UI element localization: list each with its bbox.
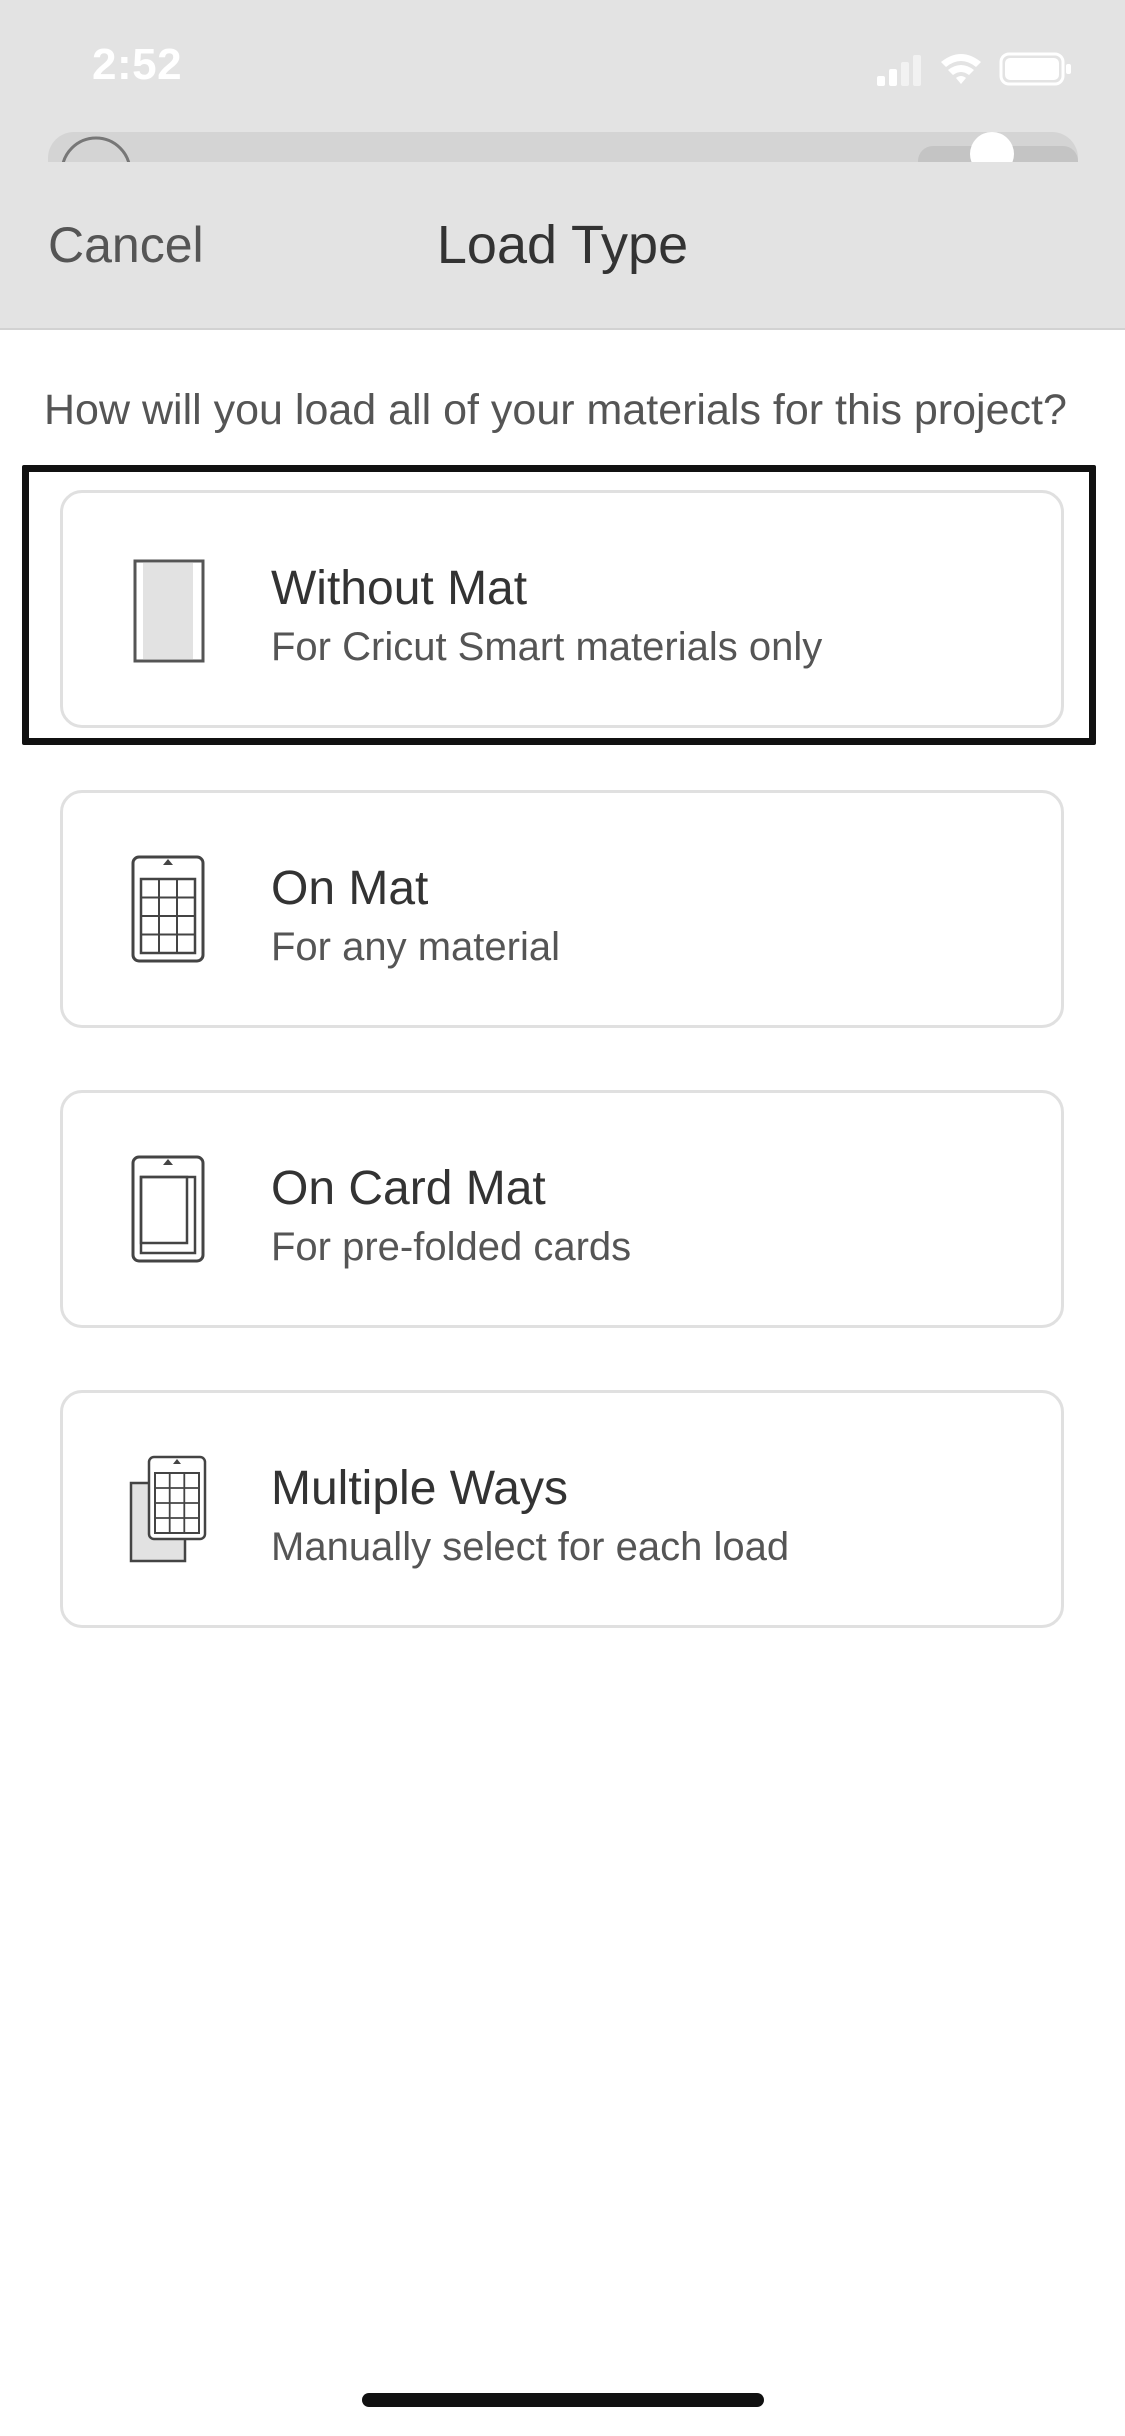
option-title: Without Mat bbox=[271, 562, 528, 615]
header-area: 2:52 Cancel Load Type bbox=[0, 0, 1125, 330]
option-title: Multiple Ways bbox=[271, 1462, 568, 1515]
option-title: On Mat bbox=[271, 862, 429, 915]
card-mat-icon bbox=[127, 1153, 207, 1265]
option-subtitle: For any material bbox=[271, 925, 560, 969]
wifi-icon bbox=[941, 54, 981, 84]
home-indicator[interactable] bbox=[362, 2393, 764, 2407]
option-on-mat[interactable]: On Mat For any material bbox=[60, 790, 1064, 1028]
material-sheet-icon bbox=[127, 553, 207, 665]
circle-icon bbox=[61, 136, 131, 162]
option-title: On Card Mat bbox=[271, 1162, 546, 1215]
option-without-mat[interactable]: Without Mat For Cricut Smart materials o… bbox=[60, 490, 1064, 728]
load-type-screen: 2:52 Cancel Load Type How will you load … bbox=[0, 0, 1125, 2436]
battery-icon bbox=[999, 52, 1071, 86]
option-subtitle: For Cricut Smart materials only bbox=[271, 625, 823, 669]
cutting-mat-icon bbox=[127, 853, 207, 965]
option-on-card-mat[interactable]: On Card Mat For pre-folded cards bbox=[60, 1090, 1064, 1328]
option-multiple-ways[interactable]: Multiple Ways Manually select for each l… bbox=[60, 1390, 1064, 1628]
background-sheet bbox=[48, 132, 1078, 162]
status-time: 2:52 bbox=[92, 40, 183, 89]
cellular-signal-icon bbox=[877, 55, 921, 86]
page-title: Load Type bbox=[436, 215, 689, 275]
option-subtitle: Manually select for each load bbox=[271, 1525, 790, 1569]
load-question: How will you load all of your materials … bbox=[44, 386, 1067, 434]
option-subtitle: For pre-folded cards bbox=[271, 1225, 632, 1269]
status-icons bbox=[877, 50, 1077, 90]
multiple-ways-icon bbox=[127, 1453, 207, 1565]
